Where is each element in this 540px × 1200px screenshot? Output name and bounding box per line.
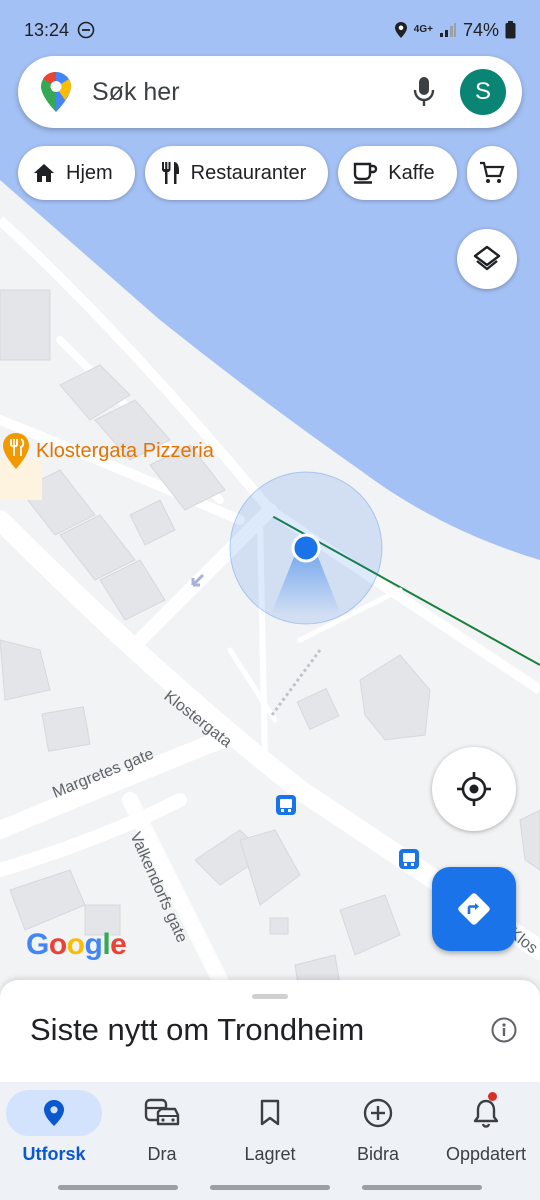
nav-label: Utforsk [22,1144,86,1164]
battery-level: 74% [462,19,499,40]
gesture-bar [362,1185,482,1190]
my-location-dot [291,533,321,563]
map-layers-button[interactable] [457,229,517,289]
directions-button[interactable] [432,867,516,951]
my-location-button[interactable] [432,747,516,831]
directions-icon [458,893,490,925]
crosshair-icon [457,772,491,806]
nav-commute[interactable]: Dra [108,1082,216,1200]
chip-shopping[interactable] [466,146,517,200]
sheet-drag-handle[interactable] [252,994,288,999]
voice-search-button[interactable] [402,70,446,114]
maps-logo-icon [41,72,71,112]
nav-label: Bidra [356,1144,400,1164]
sheet-title: Siste nytt om Trondheim [30,1012,365,1047]
bottom-sheet[interactable]: Siste nytt om Trondheim [0,980,540,1084]
account-avatar[interactable]: S [460,69,506,115]
mic-icon [413,77,435,106]
chip-label: Restauranter [190,161,307,184]
nav-updates[interactable]: Oppdatert [432,1082,540,1200]
bottom-navigation: Utforsk Dra Lagret Bidra Oppdatert [0,1082,540,1200]
nav-explore[interactable]: Utforsk [0,1082,108,1200]
battery-icon [505,21,516,39]
nav-label: Dra [147,1144,177,1164]
gesture-bar [58,1185,178,1190]
location-status-icon [394,22,407,38]
explore-pin-icon [44,1100,64,1126]
gesture-bar [210,1185,330,1190]
chip-label: Kaffe [388,161,435,184]
search-input[interactable]: Søk her [92,78,402,107]
do-not-disturb-icon [77,21,95,39]
home-icon [34,164,54,182]
layers-icon [473,245,501,271]
bell-icon [473,1099,499,1128]
bookmark-icon [260,1099,280,1126]
commute-icon [144,1098,180,1126]
bus-stop-icon[interactable] [276,795,296,815]
status-bar: 13:24 4G+ 74% [0,0,540,60]
signal-icon [439,23,456,37]
chip-coffee[interactable]: Kaffe [338,146,457,200]
nav-label: Oppdatert [445,1144,527,1164]
network-type: 4G+ [413,24,433,35]
clock: 13:24 [24,19,70,40]
add-circle-icon [363,1098,393,1128]
restaurant-pin-icon[interactable] [2,432,30,470]
category-chips: Hjem Restauranter Kaffe [18,146,517,200]
chip-restaurants[interactable]: Restauranter [144,146,329,200]
cart-icon [479,161,505,183]
nav-saved[interactable]: Lagret [216,1082,324,1200]
nav-contribute[interactable]: Bidra [324,1082,432,1200]
bus-stop-icon[interactable] [399,849,419,869]
restaurant-icon [161,162,179,184]
google-logo: Google [26,928,127,961]
poi-label-klostergata-pizzeria[interactable]: Klostergata Pizzeria [36,440,214,463]
coffee-icon [354,162,378,184]
nav-label: Lagret [244,1144,296,1164]
chip-home[interactable]: Hjem [18,146,135,200]
chip-label: Hjem [66,161,113,184]
search-bar[interactable]: Søk her S [18,56,522,128]
info-icon[interactable] [490,1016,518,1044]
notification-dot [488,1092,497,1101]
